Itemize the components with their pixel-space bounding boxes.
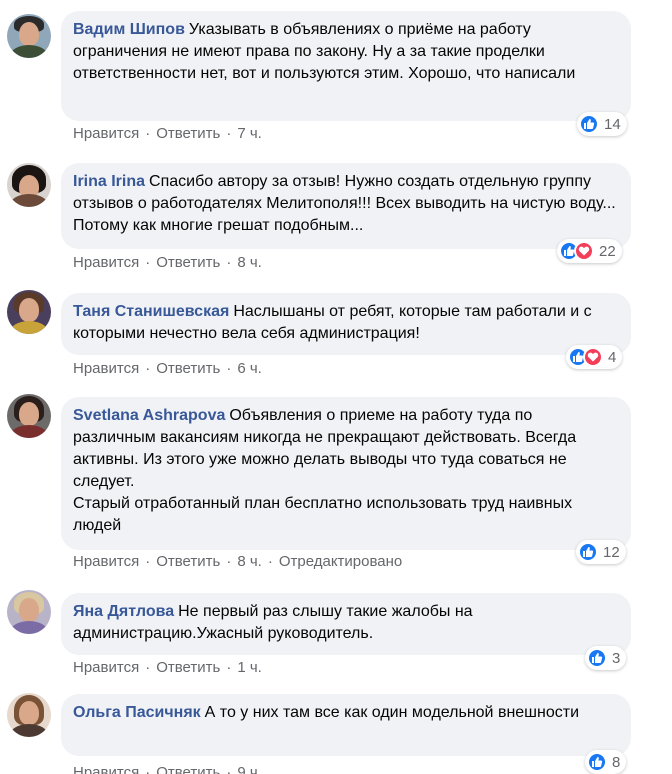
like-icon <box>587 648 607 668</box>
separator: · <box>226 659 232 676</box>
avatar-body <box>10 621 48 634</box>
avatar-body <box>10 194 48 207</box>
comment-author[interactable]: Яна Дятлова <box>73 603 174 620</box>
separator: · <box>226 254 232 271</box>
comment-actions: Нравится · Ответить · 1 ч. <box>73 659 262 676</box>
reactions-summary[interactable]: 4 <box>566 345 623 369</box>
like-link[interactable]: Нравится <box>73 659 139 676</box>
comment-actions: Нравится · Ответить · 9 ч. <box>73 764 262 774</box>
like-link[interactable]: Нравится <box>73 125 139 142</box>
reaction-count: 8 <box>612 753 621 771</box>
separator: · <box>226 764 232 774</box>
separator: · <box>145 125 151 142</box>
separator: · <box>267 553 273 570</box>
avatar-body <box>10 425 48 438</box>
comments-list: Вадим Шипов Указывать в объявлениях о при… <box>0 0 672 774</box>
comment-bubble: Яна Дятлова Не первый раз слышу такие жал… <box>61 593 631 655</box>
like-link[interactable]: Нравится <box>73 553 139 570</box>
separator: · <box>145 360 151 377</box>
avatar[interactable] <box>7 394 51 438</box>
comment-bubble: Irina Irina Спасибо автору за отзыв! Нужн… <box>61 163 631 249</box>
separator: · <box>226 553 232 570</box>
avatar[interactable] <box>7 693 51 737</box>
comment-author[interactable]: Ольга Пасичняк <box>73 704 201 721</box>
like-icon <box>579 114 599 134</box>
comment-actions: Нравится · Ответить · 8 ч. <box>73 254 262 271</box>
avatar[interactable] <box>7 290 51 334</box>
separator: · <box>145 254 151 271</box>
reply-link[interactable]: Ответить <box>156 659 220 676</box>
reply-link[interactable]: Ответить <box>156 360 220 377</box>
avatar-body <box>10 724 48 737</box>
avatar-body <box>10 45 48 58</box>
comment-author[interactable]: Irina Irina <box>73 173 145 190</box>
comment-timestamp[interactable]: 6 ч. <box>237 360 262 377</box>
reaction-count: 12 <box>603 543 620 561</box>
like-icon <box>587 752 607 772</box>
love-icon <box>574 241 594 261</box>
comment-actions: Нравится · Ответить · 8 ч. · Отредактировано <box>73 553 402 570</box>
reaction-count: 14 <box>604 115 621 133</box>
reactions-summary[interactable]: 8 <box>585 750 627 774</box>
avatar-face <box>19 701 39 725</box>
separator: · <box>145 764 151 774</box>
like-icon <box>578 542 598 562</box>
comment-actions: Нравится · Ответить · 7 ч. <box>73 125 262 142</box>
comment: Svetlana Ashrapova Объявления о приеме на… <box>0 380 672 580</box>
comment-timestamp[interactable]: 8 ч. <box>237 254 262 271</box>
avatar-face <box>19 298 39 322</box>
comment-author[interactable]: Таня Станишевская <box>73 303 229 320</box>
like-link[interactable]: Нравится <box>73 764 139 774</box>
like-link[interactable]: Нравится <box>73 360 139 377</box>
reaction-count: 3 <box>612 649 621 667</box>
like-link[interactable]: Нравится <box>73 254 139 271</box>
comment-text: Объявления о приеме на работу туда по ра… <box>73 407 577 534</box>
reply-link[interactable]: Ответить <box>156 764 220 774</box>
comment-text: Спасибо автору за отзыв! Нужно создать о… <box>73 173 616 234</box>
comment: Таня Станишевская Наслышаны от ребят, кот… <box>0 280 672 380</box>
comment-author[interactable]: Вадим Шипов <box>73 21 185 38</box>
comment: Irina Irina Спасибо автору за отзыв! Нужн… <box>0 150 672 280</box>
comment-bubble: Таня Станишевская Наслышаны от ребят, кот… <box>61 293 631 355</box>
comment-timestamp[interactable]: 8 ч. <box>237 553 262 570</box>
comment-actions: Нравится · Ответить · 6 ч. <box>73 360 262 377</box>
reactions-summary[interactable]: 3 <box>585 646 627 670</box>
avatar[interactable] <box>7 590 51 634</box>
avatar[interactable] <box>7 163 51 207</box>
reply-link[interactable]: Ответить <box>156 254 220 271</box>
avatar-face <box>19 598 39 622</box>
reactions-summary[interactable]: 14 <box>577 112 627 136</box>
reaction-count: 4 <box>608 348 617 366</box>
love-icon <box>583 347 603 367</box>
reply-link[interactable]: Ответить <box>156 125 220 142</box>
separator: · <box>226 360 232 377</box>
comment: Ольга Пасичняк А то у них там все как оди… <box>0 680 672 774</box>
comment-timestamp[interactable]: 9 ч. <box>237 764 262 774</box>
comment-timestamp[interactable]: 1 ч. <box>237 659 262 676</box>
avatar-face <box>19 22 39 46</box>
edited-label[interactable]: Отредактировано <box>279 553 402 570</box>
reply-link[interactable]: Ответить <box>156 553 220 570</box>
separator: · <box>145 659 151 676</box>
comment-timestamp[interactable]: 7 ч. <box>237 125 262 142</box>
comment-text: А то у них там все как один модельной вн… <box>204 704 580 721</box>
comment-bubble: Вадим Шипов Указывать в объявлениях о при… <box>61 11 631 121</box>
comment-bubble: Ольга Пасичняк А то у них там все как оди… <box>61 694 631 756</box>
avatar-body <box>10 321 48 334</box>
comment: Вадим Шипов Указывать в объявлениях о при… <box>0 0 672 150</box>
comment-bubble: Svetlana Ashrapova Объявления о приеме на… <box>61 397 631 550</box>
avatar[interactable] <box>7 14 51 58</box>
reactions-summary[interactable]: 22 <box>557 239 622 263</box>
separator: · <box>226 125 232 142</box>
reactions-summary[interactable]: 12 <box>576 540 626 564</box>
comment-author[interactable]: Svetlana Ashrapova <box>73 407 225 424</box>
reaction-count: 22 <box>599 242 616 260</box>
avatar-face <box>19 402 39 426</box>
comment: Яна Дятлова Не первый раз слышу такие жал… <box>0 580 672 680</box>
separator: · <box>145 553 151 570</box>
